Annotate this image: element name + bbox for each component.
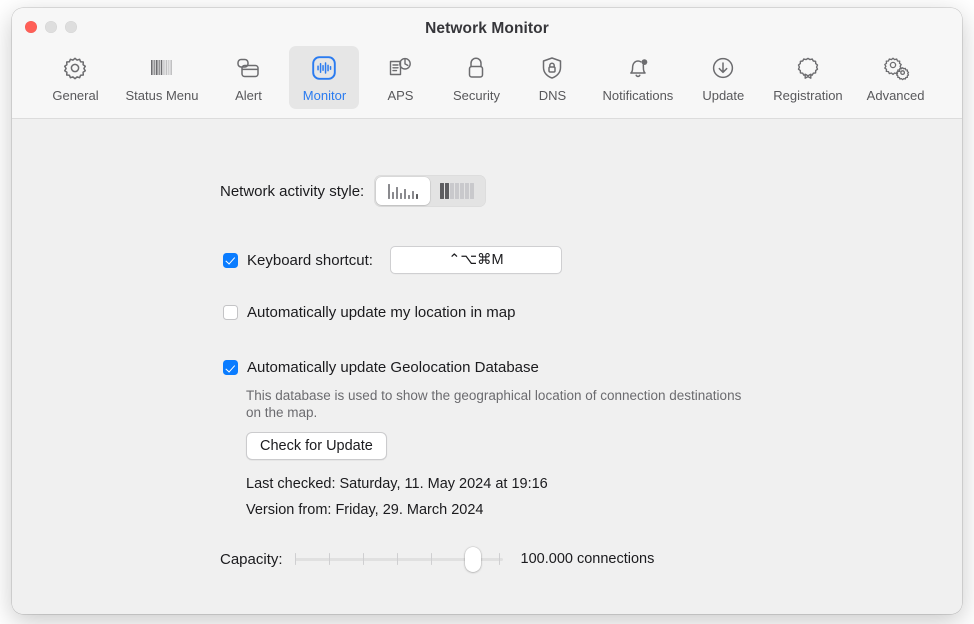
toolbar-tab-label: Status Menu xyxy=(125,88,199,103)
slider-tick xyxy=(396,553,399,565)
barcode-icon xyxy=(148,53,176,83)
toolbar-tab-label: Registration xyxy=(773,88,843,103)
version-from-text: Version from: Friday, 29. March 2024 xyxy=(246,502,484,518)
toolbar: General Status Menu Alert Monitor APS Se… xyxy=(12,46,962,109)
waveform-icon xyxy=(310,53,338,83)
geolocation-checkbox[interactable] xyxy=(223,360,238,375)
capacity-label: Capacity: xyxy=(220,550,283,568)
bell-badge-icon xyxy=(625,53,651,83)
activity-style-segmented-control[interactable] xyxy=(374,175,487,207)
toolbar-tab-update[interactable]: Update xyxy=(688,46,758,109)
gear-icon xyxy=(62,53,88,83)
toolbar-tab-label: General xyxy=(52,88,99,103)
window-title: Network Monitor xyxy=(425,20,549,37)
toolbar-tab-security[interactable]: Security xyxy=(441,46,511,109)
keyboard-shortcut-field[interactable]: ⌃⌥⌘M xyxy=(389,246,562,274)
activity-style-row: Network activity style: xyxy=(220,175,487,207)
toolbar-tab-label: Notifications xyxy=(602,88,674,103)
activity-style-option-meter[interactable] xyxy=(430,177,484,205)
slider-tick xyxy=(362,553,365,565)
activity-meter-icon xyxy=(440,183,474,199)
download-circle-icon xyxy=(710,53,736,83)
toolbar-tab-monitor[interactable]: Monitor xyxy=(289,46,360,109)
preferences-window: Network Monitor General Status Menu Aler… xyxy=(12,8,962,614)
toolbar-tab-alert[interactable]: Alert xyxy=(213,46,283,109)
preferences-content: Network activity style: Keyboard shortcu… xyxy=(12,119,962,614)
geolocation-description: This database is used to show the geogra… xyxy=(246,388,742,420)
capacity-row: Capacity: 100.000 connections xyxy=(220,547,655,572)
slider-tick xyxy=(328,553,331,565)
toolbar-tab-notifications[interactable]: Notifications xyxy=(593,46,682,109)
capacity-value: 100.000 connections xyxy=(520,551,655,567)
geolocation-label: Automatically update Geolocation Databas… xyxy=(247,359,539,376)
geolocation-row: Automatically update Geolocation Databas… xyxy=(223,359,539,376)
toolbar-tab-label: Advanced xyxy=(866,88,925,103)
keyboard-shortcut-label: Keyboard shortcut: xyxy=(247,251,373,269)
gears-icon xyxy=(882,53,910,83)
activity-style-option-bars[interactable] xyxy=(376,177,431,205)
toolbar-tab-general[interactable]: General xyxy=(40,46,110,109)
toolbar-tab-label: Monitor xyxy=(302,88,347,103)
activity-bars-icon xyxy=(387,183,419,199)
toolbar-tab-label: Alert xyxy=(235,88,262,103)
seal-icon xyxy=(795,53,821,83)
lock-icon xyxy=(464,53,488,83)
window-titlebar: Network Monitor General Status Menu Aler… xyxy=(12,8,962,119)
slider-tick xyxy=(498,553,501,565)
slider-knob[interactable] xyxy=(464,547,481,572)
toolbar-tab-advanced[interactable]: Advanced xyxy=(858,46,934,109)
last-checked-text: Last checked: Saturday, 11. May 2024 at … xyxy=(246,476,548,492)
auto-location-row: Automatically update my location in map xyxy=(223,304,515,321)
toolbar-tab-label: Security xyxy=(453,88,500,103)
toolbar-tab-status-menu[interactable]: Status Menu xyxy=(116,46,207,109)
slider-tick xyxy=(294,553,297,565)
keyboard-shortcut-row: Keyboard shortcut: ⌃⌥⌘M xyxy=(223,246,562,274)
toolbar-tab-dns[interactable]: DNS xyxy=(517,46,587,109)
auto-location-label: Automatically update my location in map xyxy=(247,304,516,321)
document-sync-icon xyxy=(386,53,414,83)
toolbar-tab-registration[interactable]: Registration xyxy=(764,46,851,109)
keyboard-shortcut-checkbox[interactable] xyxy=(223,252,238,268)
toolbar-tab-aps[interactable]: APS xyxy=(365,46,435,109)
toolbar-tab-label: Update xyxy=(702,88,745,103)
check-for-update-button[interactable]: Check for Update xyxy=(246,432,387,460)
window-alert-icon xyxy=(234,53,262,83)
capacity-slider[interactable] xyxy=(294,547,503,572)
toolbar-tab-label: DNS xyxy=(538,88,567,103)
toolbar-tab-label: APS xyxy=(387,88,414,103)
slider-tick xyxy=(430,553,433,565)
auto-location-checkbox[interactable] xyxy=(223,305,238,320)
shield-lock-icon xyxy=(540,53,564,83)
activity-style-label: Network activity style: xyxy=(220,182,365,200)
